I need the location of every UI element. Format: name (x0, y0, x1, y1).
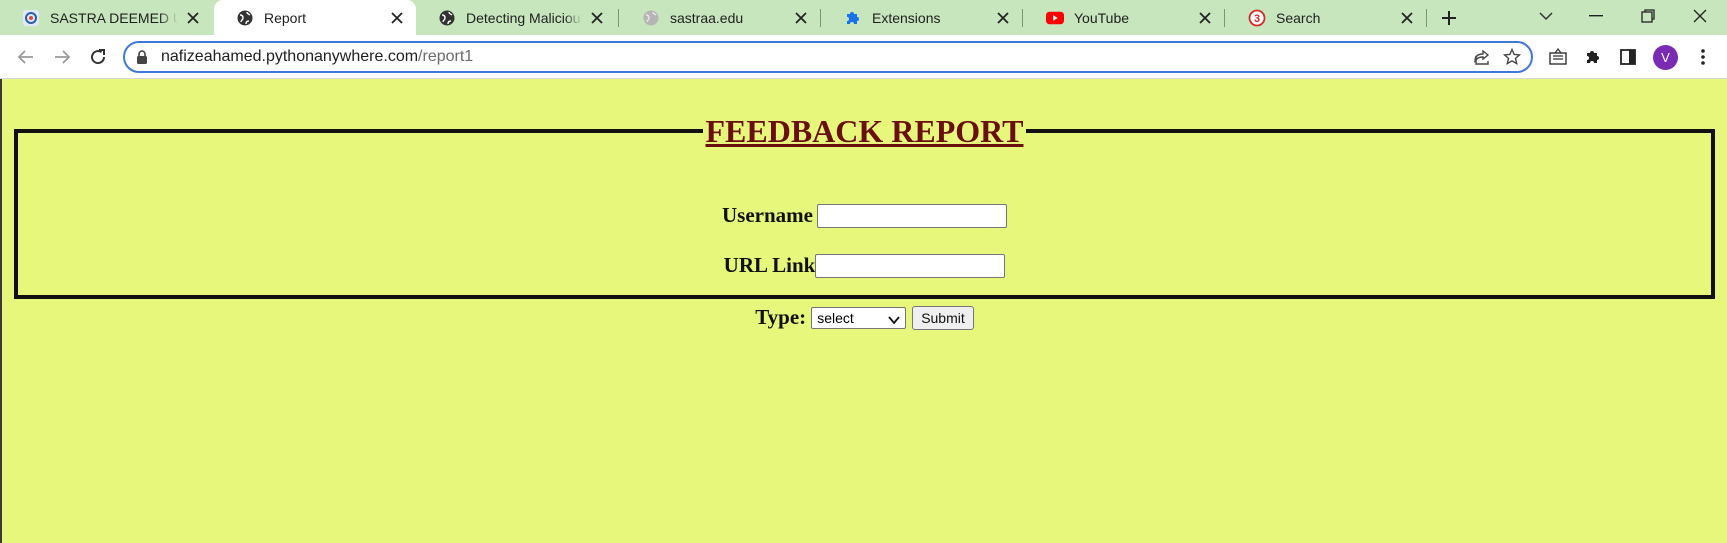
back-icon[interactable] (12, 43, 40, 71)
tab-title: sastraa.edu (670, 9, 744, 26)
bookmark-star-icon[interactable] (1502, 47, 1522, 71)
globe-icon (438, 9, 456, 27)
restore-icon[interactable] (1633, 4, 1663, 28)
tab-separator (1022, 9, 1023, 27)
type-label: Type: (755, 305, 807, 329)
tab-youtube[interactable]: YouTube (1024, 0, 1224, 35)
menu-kebab-icon[interactable] (1690, 44, 1716, 70)
page-title: FEEDBACK REPORT (705, 113, 1024, 149)
tab-separator (1426, 9, 1427, 27)
tab-title: Extensions (872, 9, 941, 26)
close-window-icon[interactable] (1685, 4, 1715, 28)
close-icon[interactable] (994, 9, 1012, 27)
reload-icon[interactable] (84, 43, 112, 71)
url-link-row: URL Link (18, 253, 1711, 278)
close-icon[interactable] (588, 9, 606, 27)
tab-title: Detecting Malicious URLs (466, 9, 582, 26)
type-select-value: select (817, 309, 854, 326)
tab-separator (1224, 9, 1225, 27)
close-icon[interactable] (792, 9, 810, 27)
address-bar[interactable]: nafizeahamed.pythonanywhere.com/report1 (123, 41, 1533, 73)
tab-report[interactable]: Report (214, 0, 416, 35)
lock-icon[interactable] (136, 50, 148, 69)
globe-grey-icon (642, 9, 660, 27)
browser-toolbar: nafizeahamed.pythonanywhere.com/report1 … (0, 35, 1727, 79)
tab-search[interactable]: 3 Search (1226, 0, 1426, 35)
tab-title: Report (264, 9, 307, 26)
tab-title: SASTRA DEEMED UNIVERSITY (50, 9, 178, 26)
tab-separator (618, 9, 619, 27)
side-panel-icon[interactable] (1615, 44, 1641, 70)
tab-sastra[interactable]: SASTRA DEEMED UNIVERSITY (0, 0, 212, 35)
username-row: Username (18, 203, 1711, 228)
url-link-label: URL Link (723, 253, 816, 277)
close-icon[interactable] (1398, 9, 1416, 27)
profile-avatar[interactable]: V (1653, 45, 1678, 70)
extensions-puzzle-icon[interactable] (1580, 44, 1606, 70)
youtube-icon (1046, 9, 1064, 27)
window-edge (0, 79, 2, 543)
username-input[interactable] (816, 203, 1007, 228)
username-label: Username (722, 203, 813, 227)
url-path: /report1 (418, 48, 474, 65)
new-tab-icon[interactable] (1436, 5, 1462, 31)
close-icon[interactable] (388, 9, 406, 27)
minimize-icon[interactable] (1581, 4, 1611, 28)
search-badge-icon: 3 (1248, 9, 1266, 27)
submit-button[interactable]: Submit (912, 305, 974, 330)
url-host: nafizeahamed.pythonanywhere.com (161, 48, 419, 65)
share-icon[interactable] (1473, 48, 1491, 71)
tab-title: YouTube (1074, 9, 1130, 26)
globe-icon (236, 9, 254, 27)
close-icon[interactable] (184, 9, 202, 27)
tab-separator (212, 9, 213, 27)
tab-strip: SASTRA DEEMED UNIVERSITY Report Detectin… (0, 0, 1727, 35)
tab-detecting-malicious[interactable]: Detecting Malicious URLs (416, 0, 616, 35)
notification-count: 3 (1254, 13, 1260, 25)
tab-search-dropdown-icon[interactable] (1531, 4, 1561, 28)
tab-separator (820, 9, 821, 27)
type-row: Type: select Submit (18, 305, 1711, 330)
tab-title: Search (1276, 9, 1321, 26)
forward-icon[interactable] (48, 43, 76, 71)
sastra-logo-icon (22, 9, 40, 27)
close-icon[interactable] (1196, 9, 1214, 27)
feedback-form-fieldset: FEEDBACK REPORT Username URL Link Type: … (14, 113, 1715, 330)
puzzle-icon (844, 9, 862, 27)
chevron-down-icon (888, 312, 900, 328)
tab-extensions[interactable]: Extensions (822, 0, 1022, 35)
url-text[interactable]: nafizeahamed.pythonanywhere.com/report1 (161, 48, 473, 66)
url-link-input[interactable] (815, 253, 1006, 278)
tab-sastraa-edu[interactable]: sastraa.edu (620, 0, 820, 35)
page-content: FEEDBACK REPORT Username URL Link Type: … (0, 79, 1727, 543)
type-select[interactable]: select (811, 306, 907, 329)
extension-screen-icon[interactable] (1545, 44, 1571, 70)
